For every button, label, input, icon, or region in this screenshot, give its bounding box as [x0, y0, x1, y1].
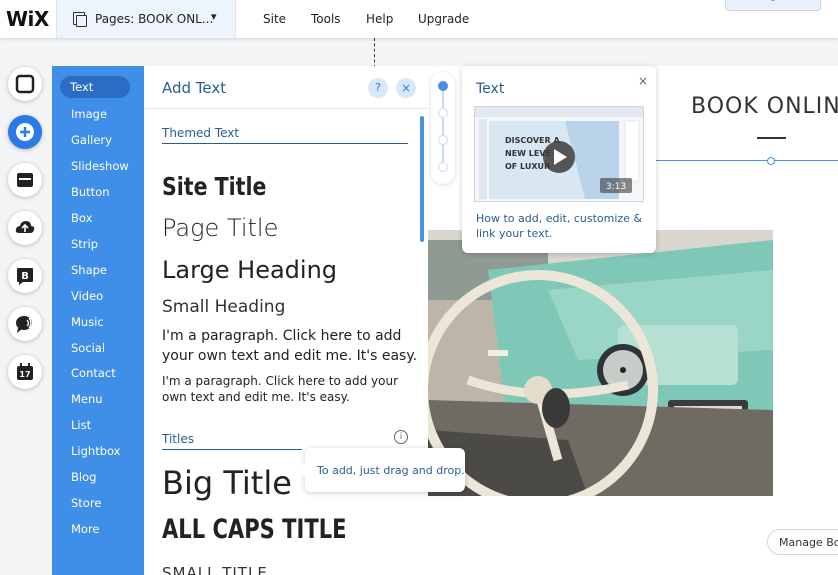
help-card-caption[interactable]: How to add, edit, customize & link your …	[476, 211, 646, 241]
slider-step[interactable]	[438, 108, 448, 118]
preset-all-caps-title[interactable]: ALL CAPS TITLE	[162, 514, 347, 545]
category-more[interactable]: More	[71, 522, 100, 536]
help-button[interactable]: ?	[368, 78, 388, 98]
panel-scrollbar[interactable]	[420, 116, 424, 242]
paragraph-line: own text and edit me. It's easy.	[162, 390, 350, 404]
rail-chat-button[interactable]	[8, 307, 42, 341]
category-image[interactable]: Image	[71, 107, 107, 121]
paragraph-line: I'm a paragraph. Click here to add	[162, 328, 402, 344]
close-panel-button[interactable]: ×	[396, 78, 416, 98]
preset-small-title[interactable]: SMALL TITLE	[162, 564, 268, 575]
pages-icon	[73, 12, 87, 27]
video-thumbnail[interactable]: DISCOVER A NEW LEVE OF LUXUR 3:13	[474, 106, 644, 202]
preset-large-heading[interactable]: Large Heading	[162, 256, 337, 284]
category-slideshow[interactable]: Slideshow	[71, 159, 129, 173]
add-text-panel: Add Text ? × Themed Text Site Title Page…	[144, 66, 428, 575]
rail-bookings-button[interactable]: 17	[8, 355, 42, 389]
category-social[interactable]: Social	[71, 341, 105, 355]
collapse-topbar-button[interactable]: ˄	[725, 0, 821, 11]
pages-square-icon	[15, 74, 35, 94]
chevron-down-icon: ▾	[211, 10, 217, 23]
pages-dropdown[interactable]: Pages: BOOK ONL... ▾	[56, 0, 236, 38]
close-icon[interactable]: ×	[638, 74, 648, 88]
category-blog[interactable]: Blog	[71, 470, 96, 484]
store-icon	[17, 173, 33, 187]
thumb-line: OF LUXUR	[505, 162, 550, 171]
category-box[interactable]: Box	[71, 211, 92, 225]
section-divider	[162, 449, 302, 450]
text-help-card: Text × DISCOVER A NEW LEVE OF LUXUR 3:13…	[462, 66, 656, 253]
menu-help[interactable]: Help	[366, 12, 393, 26]
section-titles: Titles	[162, 432, 194, 446]
menu-tools[interactable]: Tools	[311, 12, 341, 26]
help-card-title: Text	[476, 81, 505, 97]
category-button[interactable]: Button	[71, 185, 110, 199]
tooltip-text: To add, just drag and drop.	[317, 464, 465, 477]
category-menu[interactable]: Menu	[71, 392, 103, 406]
preset-paragraph-small[interactable]: I'm a paragraph. Click here to add your …	[162, 373, 398, 405]
menu-upgrade[interactable]: Upgrade	[418, 12, 469, 26]
category-shape[interactable]: Shape	[71, 263, 107, 277]
paragraph-line: your own text and edit me. It's easy.	[162, 348, 418, 364]
drag-drop-tooltip: To add, just drag and drop.	[298, 448, 465, 492]
video-duration: 3:13	[606, 182, 626, 192]
rail-blog-button[interactable]: B	[8, 259, 42, 293]
car-dashboard-image[interactable]	[428, 230, 773, 496]
category-gallery[interactable]: Gallery	[71, 133, 112, 147]
slider-step-active[interactable]	[438, 81, 448, 91]
menu-site[interactable]: Site	[263, 12, 286, 26]
category-music[interactable]: Music	[71, 315, 104, 329]
category-text[interactable]: Text	[60, 76, 130, 98]
category-video[interactable]: Video	[71, 289, 103, 303]
panel-header: Add Text ? ×	[144, 66, 428, 109]
guide-handle[interactable]	[767, 157, 775, 165]
site-heading[interactable]: BOOK ONLIN	[691, 94, 838, 119]
heading-underline	[757, 137, 786, 139]
info-icon[interactable]: i	[394, 430, 408, 444]
rail-pages-button[interactable]	[8, 67, 42, 101]
wix-logo[interactable]: WiX	[6, 7, 49, 31]
manage-bookings-button[interactable]: Manage Boo	[767, 529, 838, 555]
blog-b-icon: B	[17, 268, 33, 285]
paragraph-line: I'm a paragraph. Click here to add your	[162, 374, 399, 388]
preset-big-title[interactable]: Big Title	[162, 464, 292, 502]
svg-text:B: B	[21, 271, 29, 282]
preset-page-title[interactable]: Page Title	[162, 214, 278, 242]
slider-step[interactable]	[438, 135, 448, 145]
upload-icon	[15, 221, 35, 233]
selection-guide	[656, 160, 838, 161]
add-plus-icon	[16, 123, 34, 141]
category-strip[interactable]: Strip	[71, 237, 98, 251]
rail-add-button[interactable]	[8, 115, 42, 149]
caret-up-icon: ˄	[770, 0, 776, 9]
preset-paragraph-large[interactable]: I'm a paragraph. Click here to add your …	[162, 326, 417, 366]
preset-site-title[interactable]: Site Title	[162, 172, 266, 201]
page-guide-line	[374, 38, 375, 68]
add-categories-panel: Text Image Gallery Slideshow Button Box …	[52, 66, 144, 575]
preset-small-heading[interactable]: Small Heading	[162, 297, 285, 317]
category-contact[interactable]: Contact	[71, 366, 116, 380]
help-steps-slider[interactable]	[431, 72, 455, 184]
rail-upload-button[interactable]	[8, 211, 42, 245]
slider-line	[442, 86, 444, 170]
category-list[interactable]: List	[71, 418, 91, 432]
chat-icon	[16, 316, 32, 333]
category-lightbox[interactable]: Lightbox	[71, 444, 121, 458]
top-bar: WiX Pages: BOOK ONL... ▾ Site Tools Help…	[0, 0, 838, 38]
section-themed-text: Themed Text	[162, 126, 240, 140]
pages-label: Pages: BOOK ONL...	[95, 12, 214, 26]
editor-window: WiX Pages: BOOK ONL... ▾ Site Tools Help…	[0, 0, 838, 575]
category-store[interactable]: Store	[71, 496, 101, 510]
rail-store-button[interactable]	[8, 163, 42, 197]
calendar-17-icon: 17	[17, 363, 33, 380]
panel-title: Add Text	[162, 79, 227, 97]
svg-text:17: 17	[19, 370, 30, 379]
section-divider	[162, 143, 408, 144]
slider-step[interactable]	[438, 162, 448, 172]
